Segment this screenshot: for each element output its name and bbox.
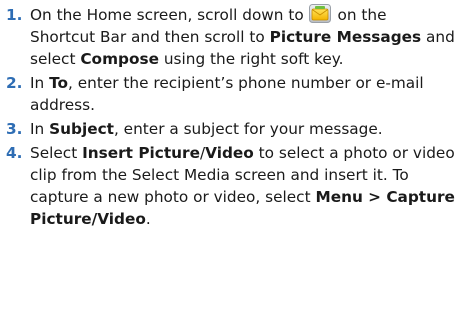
step-text-segment: using the right soft key. xyxy=(163,50,344,68)
step-4: 4. Select Insert Picture/Video to select… xyxy=(6,142,455,230)
step-text-bold: Picture Messages xyxy=(269,28,422,46)
step-number: 3. xyxy=(6,120,23,138)
step-1: 1. On the Home screen, scroll down to on… xyxy=(6,4,455,70)
step-3: 3. In Subject, enter a subject for your … xyxy=(6,118,455,140)
picture-messages-icon xyxy=(308,4,331,23)
step-text-bold: Insert Picture xyxy=(82,144,200,162)
step-text-bold: Subject xyxy=(49,120,114,138)
step-text-bold: Compose xyxy=(80,50,159,68)
step-2: 2. In To, enter the recipient’s phone nu… xyxy=(6,72,455,116)
step-text-segment: , enter a subject for your message. xyxy=(113,120,383,138)
step-text-segment: . xyxy=(145,210,151,228)
step-number: 2. xyxy=(6,74,23,92)
step-number: 1. xyxy=(6,6,23,24)
step-text-segment: Select xyxy=(30,144,78,162)
step-text: In To, enter the recipient’s phone numbe… xyxy=(30,74,424,114)
step-text-segment: In xyxy=(30,120,45,138)
step-text: On the Home screen, scroll down to on th… xyxy=(30,4,455,68)
step-text-segment: , enter the recipient’s phone number or … xyxy=(30,74,424,114)
step-text: In Subject, enter a subject for your mes… xyxy=(30,120,383,138)
step-text-segment: In xyxy=(30,74,45,92)
step-text-bold: To xyxy=(49,74,69,92)
step-list: 1. On the Home screen, scroll down to on… xyxy=(6,4,455,230)
step-text: Select Insert Picture/Video to select a … xyxy=(30,144,455,228)
step-number: 4. xyxy=(6,144,23,162)
instruction-document: 1. On the Home screen, scroll down to on… xyxy=(0,0,461,311)
step-text-bold: Video xyxy=(205,144,254,162)
step-text-segment: On the Home screen, scroll down to xyxy=(30,6,304,24)
